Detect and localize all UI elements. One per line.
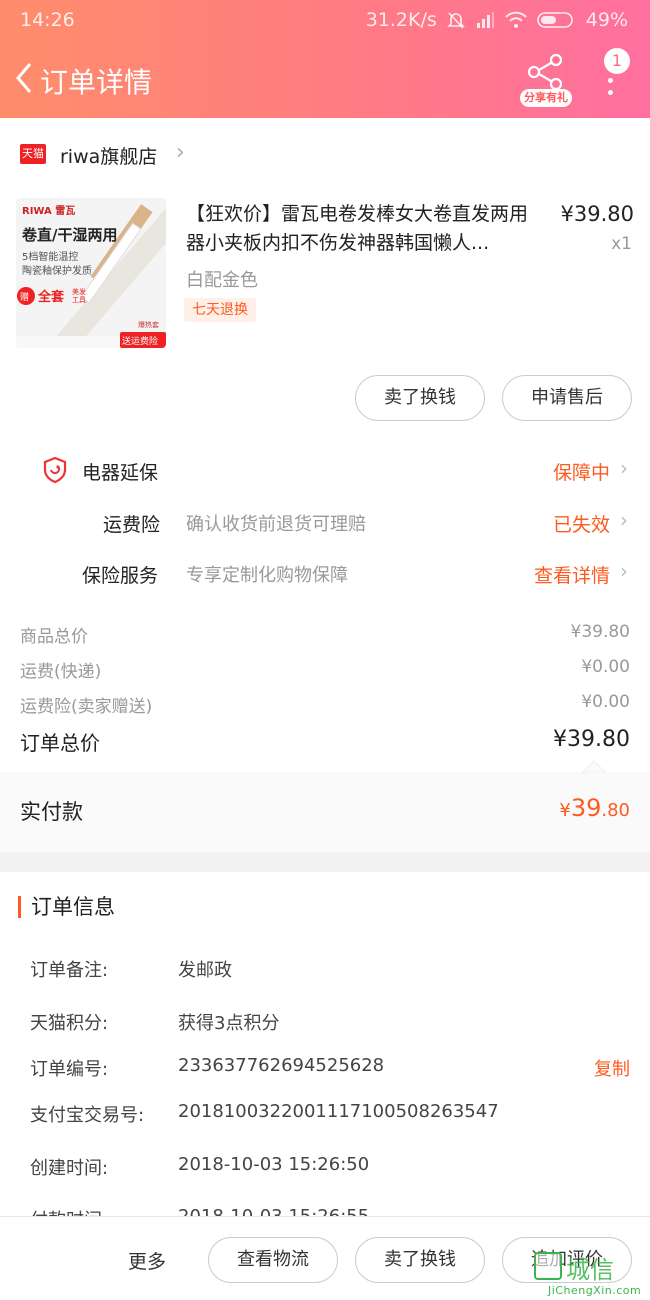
product-image-headline: 卷直/干湿两用: [22, 226, 118, 244]
product-sku: 白配金色: [186, 270, 258, 291]
order-total-label: 订单总价: [20, 731, 100, 755]
service-row-warranty[interactable]: 电器延保 保障中 ›: [0, 446, 650, 496]
info-key: 天猫积分:: [30, 1013, 109, 1034]
chevron-right-icon: ›: [620, 508, 628, 532]
info-value: 2018100322001117100508263547: [178, 1101, 499, 1122]
service-row-shipping-insurance[interactable]: 运费险 确认收货前退货可理赔 已失效 ›: [0, 498, 650, 548]
shipping-value: ¥0.00: [581, 657, 630, 677]
header: 14:26 31.2K/s 49% 订单详情 分享有礼 1: [0, 0, 650, 118]
paid-decimal: .80: [601, 800, 630, 821]
paid-amount-box: 实付款 ¥39.80: [0, 760, 650, 852]
goods-total-value: ¥39.80: [570, 622, 630, 642]
service-label: 运费险: [103, 514, 161, 536]
status-bar: 14:26 31.2K/s 49%: [0, 0, 650, 40]
caret-up-icon: [582, 760, 606, 773]
more-dot-icon: [608, 90, 613, 95]
info-key: 创建时间:: [30, 1158, 109, 1179]
chevron-right-icon: ›: [620, 559, 628, 583]
order-total-row: 订单总价 ¥39.80: [20, 727, 630, 756]
info-key: 订单编号:: [30, 1059, 109, 1080]
order-card: 天猫 riwa旗舰店 › RIWA 雷瓦 卷直/干湿两用 5档智能温控 陶瓷釉保…: [0, 118, 650, 852]
battery-icon: [536, 12, 573, 28]
watermark-en: JiChengXin.com: [548, 1284, 642, 1297]
more-menu-button[interactable]: 1: [596, 48, 636, 104]
bell-muted-icon: [446, 12, 465, 29]
notification-badge: 1: [604, 48, 630, 74]
goods-total-row: 商品总价 ¥39.80: [20, 622, 630, 647]
product-image[interactable]: RIWA 雷瓦 卷直/干湿两用 5档智能温控 陶瓷釉保护发质 赠 全套 美发工具…: [16, 198, 166, 348]
info-key: 支付宝交易号:: [30, 1105, 145, 1126]
shipping-insurance-value: ¥0.00: [581, 692, 630, 712]
sell-exchange-bottom-button[interactable]: 卖了换钱: [355, 1237, 485, 1283]
tmall-icon: 天猫: [20, 144, 46, 164]
sell-exchange-button[interactable]: 卖了换钱: [355, 375, 485, 421]
product-image-insurance: 送运费险: [122, 337, 159, 347]
product-title[interactable]: 【狂欢价】雷瓦电卷发棒女大卷直发两用器小夹板内扣不伤发神器韩国懒人...: [186, 200, 546, 258]
page-title: 订单详情: [40, 66, 153, 99]
product-price: ¥39.80: [560, 202, 634, 226]
service-label: 保险服务: [82, 565, 159, 587]
watermark-logo-icon: [534, 1252, 562, 1280]
wifi-icon: [505, 11, 527, 28]
order-total-value: ¥39.80: [553, 727, 630, 752]
product-image-gift: 全套: [38, 290, 65, 305]
share-label: 分享有礼: [520, 89, 572, 107]
status-icons: 31.2K/s 49%: [366, 9, 628, 31]
view-logistics-button[interactable]: 查看物流: [208, 1237, 338, 1283]
shipping-insurance-label: 运费险(卖家赠送): [20, 697, 153, 717]
signal-icon: [476, 12, 494, 28]
service-row-insurance[interactable]: 保险服务 专享定制化购物保障 查看详情 ›: [0, 549, 650, 599]
shipping-insurance-row: 运费险(卖家赠送) ¥0.00: [20, 692, 630, 717]
battery-level: 49%: [585, 9, 628, 31]
chevron-left-icon: [16, 63, 32, 93]
return-policy-badge: 七天退换: [184, 298, 256, 322]
after-sale-button[interactable]: 申请售后: [502, 375, 632, 421]
paid-amount: ¥39.80: [559, 794, 630, 822]
shipping-row: 运费(快递) ¥0.00: [20, 657, 630, 682]
store-row[interactable]: 天猫 riwa旗舰店 ›: [0, 118, 650, 184]
service-status: 保障中: [552, 462, 610, 484]
product-image-hot: 爆热套: [138, 321, 159, 329]
info-value: 233637762694525628: [178, 1055, 385, 1076]
copy-order-number-button[interactable]: 复制: [594, 1055, 630, 1081]
paid-integer: 39: [570, 794, 602, 822]
watermark-cn: 城信: [566, 1256, 614, 1284]
shipping-label: 运费(快递): [20, 662, 102, 682]
title-bar: 订单详情 分享有礼 1: [0, 44, 650, 116]
chevron-right-icon: ›: [620, 456, 628, 480]
paid-label: 实付款: [20, 800, 83, 824]
more-dot-icon: [608, 78, 613, 83]
product-image-line1: 5档智能温控: [22, 252, 79, 263]
info-key: 订单备注:: [30, 960, 109, 981]
service-label: 电器延保: [82, 462, 159, 484]
more-actions-button[interactable]: 更多: [128, 1247, 166, 1274]
info-value: 获得3点积分: [178, 1013, 280, 1034]
share-button[interactable]: 分享有礼: [520, 52, 572, 108]
info-value: 发邮政: [178, 960, 232, 981]
info-value: 2018-10-03 15:26:50: [178, 1154, 370, 1175]
product-image-gift-circle: 赠: [20, 293, 30, 303]
product-image-brand: RIWA 雷瓦: [22, 206, 76, 217]
status-time: 14:26: [20, 9, 75, 31]
back-button[interactable]: [10, 58, 40, 98]
product-quantity: x1: [611, 234, 632, 254]
service-desc: 确认收货前退货可理赔: [186, 514, 366, 535]
goods-total-label: 商品总价: [20, 627, 88, 647]
service-desc: 专享定制化购物保障: [186, 565, 348, 586]
service-status: 查看详情: [533, 565, 610, 587]
product-image-gift-side: 美发工具: [72, 288, 86, 304]
shield-icon: [43, 456, 67, 484]
service-status: 已失效: [552, 514, 610, 536]
chevron-right-icon: ›: [176, 140, 185, 165]
order-info-heading: 订单信息: [18, 896, 115, 918]
watermark: 城信 JiChengXin.com: [528, 1250, 650, 1300]
share-icon: [527, 53, 563, 91]
paid-currency: ¥: [559, 800, 571, 821]
store-name[interactable]: riwa旗舰店: [60, 142, 157, 169]
network-speed: 31.2K/s: [365, 9, 437, 31]
product-image-line2: 陶瓷釉保护发质: [22, 266, 92, 277]
